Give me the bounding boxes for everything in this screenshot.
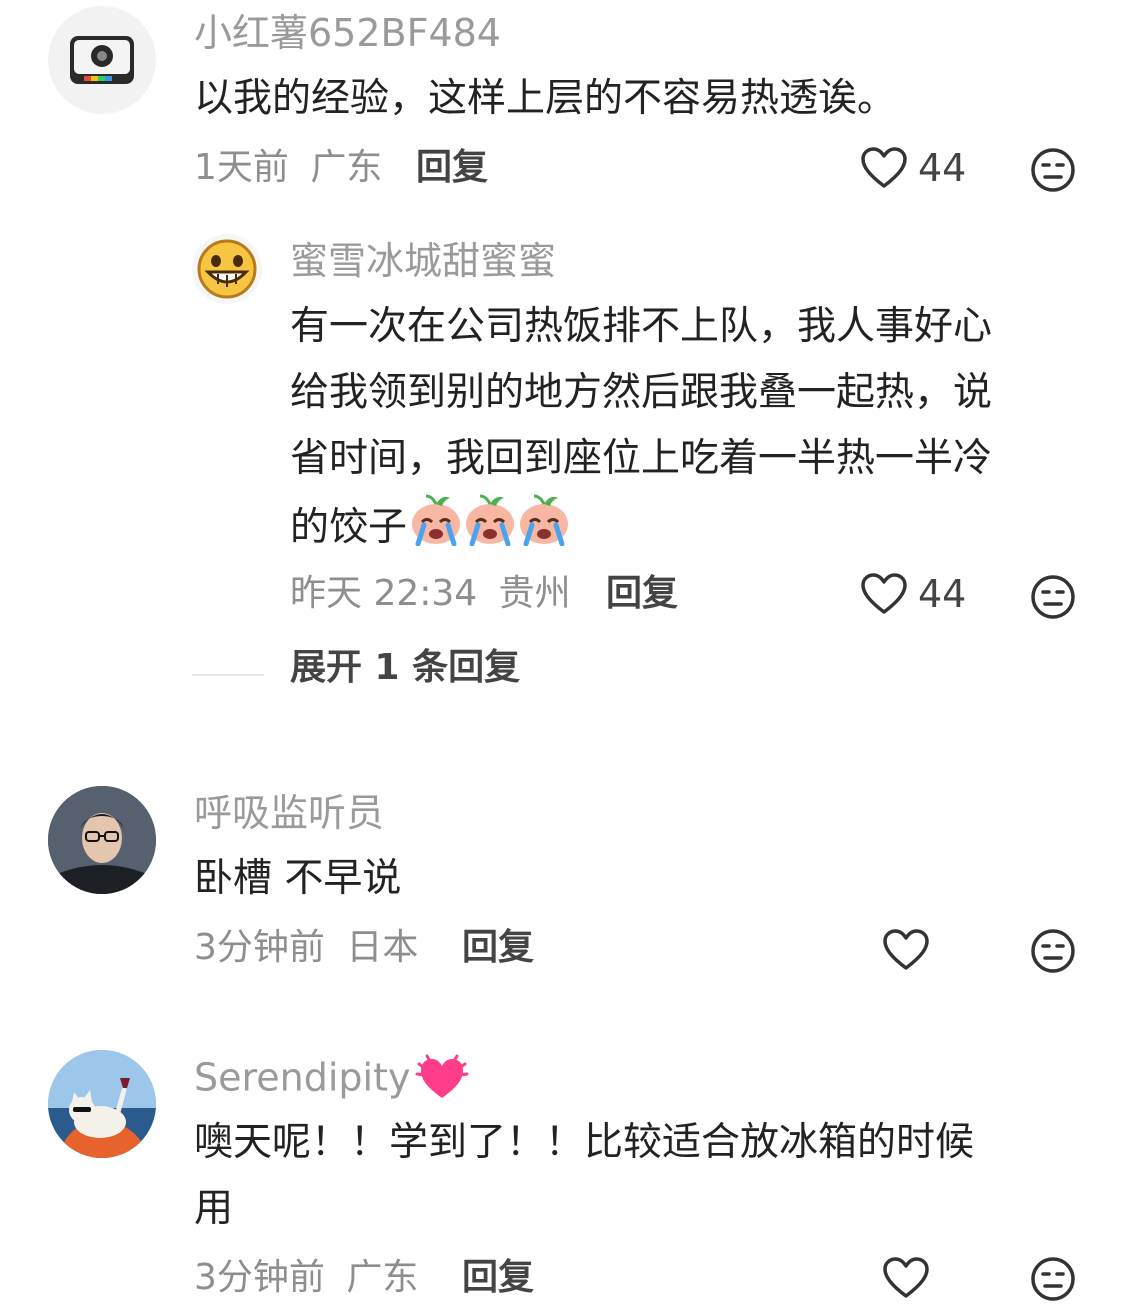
reply-button[interactable]: 回复 — [462, 930, 534, 966]
like-button[interactable] — [882, 928, 940, 972]
timestamp: 3分钟前 — [194, 927, 325, 968]
timestamp: 1天前 — [194, 147, 289, 188]
avatar[interactable] — [48, 1050, 156, 1158]
dislike-button[interactable] — [1030, 928, 1076, 978]
comment-line: 给我领到别的地方然后跟我叠一起热，说 — [290, 370, 993, 415]
username[interactable]: Serendipity — [194, 1052, 469, 1108]
camera-icon — [70, 36, 134, 84]
heart-icon — [883, 1257, 929, 1298]
location: 广东 — [310, 147, 383, 188]
comment-line: 有一次在公司热饭排不上队，我人事好心 — [290, 304, 993, 349]
neutral-face-icon — [1031, 929, 1075, 973]
dislike-button[interactable] — [1030, 1256, 1076, 1306]
avatar[interactable] — [192, 234, 262, 304]
neutral-face-icon — [1031, 1257, 1075, 1301]
dislike-button[interactable] — [1030, 147, 1076, 197]
timestamp: 3分钟前 — [194, 1257, 325, 1298]
like-count: 44 — [918, 572, 967, 616]
like-button[interactable]: 44 — [860, 572, 966, 616]
like-button[interactable] — [882, 1256, 940, 1300]
comment-line-last: 的饺子 — [290, 492, 992, 567]
grinning-face-icon — [197, 239, 257, 299]
comment-line: 省时间，我回到座位上吃着一半热一半冷 — [290, 436, 993, 481]
comment-text: 噢天呢！！学到了！！比较适合放冰箱的时候 用 — [194, 1110, 974, 1242]
comment-line: 噢天呢！！学到了！！比较适合放冰箱的时候 — [194, 1120, 975, 1165]
cat-photo-icon — [48, 1050, 156, 1158]
comment-text: 有一次在公司热饭排不上队，我人事好心 给我领到别的地方然后跟我叠一起热，说 省时… — [290, 294, 992, 567]
username[interactable]: 呼吸监听员 — [194, 794, 384, 832]
expand-replies-button[interactable]: 展开 1 条回复 — [290, 650, 520, 686]
comment-meta: 3分钟前 日本 — [194, 930, 418, 966]
comment-meta: 昨天 22:34 贵州 — [290, 576, 571, 612]
neutral-face-icon — [1031, 575, 1075, 619]
reply-button[interactable]: 回复 — [462, 1260, 534, 1296]
location: 日本 — [346, 927, 419, 968]
heart-icon — [861, 573, 907, 614]
growing-heart-icon — [415, 1052, 469, 1108]
comment-text: 卧槽 不早说 — [194, 856, 402, 901]
comment-meta: 1天前 广东 — [194, 150, 382, 186]
reply-button[interactable]: 回复 — [606, 576, 678, 612]
comment-meta: 3分钟前 广东 — [194, 1260, 418, 1296]
heart-icon — [883, 929, 929, 970]
timestamp: 昨天 22:34 — [290, 573, 478, 614]
username[interactable]: 蜜雪冰城甜蜜蜜 — [290, 242, 556, 280]
expand-divider — [192, 674, 264, 676]
heart-icon — [861, 147, 907, 188]
avatar[interactable] — [48, 6, 156, 114]
crying-peach-icon — [409, 492, 571, 567]
like-count: 44 — [918, 146, 967, 190]
comment-text: 以我的经验，这样上层的不容易热透诶。 — [194, 76, 897, 121]
comment-line: 用 — [194, 1186, 234, 1231]
reply-button[interactable]: 回复 — [416, 150, 488, 186]
like-button[interactable]: 44 — [860, 146, 966, 190]
avatar[interactable] — [48, 786, 156, 894]
location: 贵州 — [498, 573, 571, 614]
dislike-button[interactable] — [1030, 574, 1076, 624]
location: 广东 — [346, 1257, 419, 1298]
person-photo-icon — [48, 786, 156, 894]
username[interactable]: 小红薯652BF484 — [194, 14, 501, 52]
neutral-face-icon — [1031, 148, 1075, 192]
